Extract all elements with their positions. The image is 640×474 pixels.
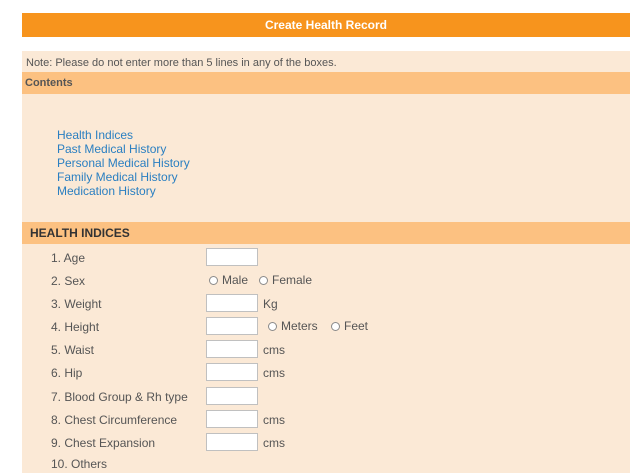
height-input[interactable]: [206, 317, 258, 335]
contents-title: Contents: [25, 77, 73, 89]
list-item: Medication History: [57, 184, 190, 198]
link-family-medical-history[interactable]: Family Medical History: [57, 170, 178, 184]
link-health-indices[interactable]: Health Indices: [57, 128, 133, 142]
hip-input[interactable]: [206, 363, 258, 381]
row-chest-circumference: 8. Chest Circumference cms: [22, 410, 630, 430]
list-item: Past Medical History: [57, 142, 190, 156]
chest-circumference-label: 8. Chest Circumference: [51, 413, 178, 427]
height-label: 4. Height: [51, 320, 100, 334]
radio-label: Feet: [344, 319, 369, 333]
sex-male-radio[interactable]: Male: [209, 273, 248, 287]
health-indices-header: HEALTH INDICES: [22, 222, 630, 244]
blood-group-input[interactable]: [206, 387, 258, 405]
radio-circle-icon: [268, 321, 277, 331]
link-past-medical-history[interactable]: Past Medical History: [57, 142, 166, 156]
contents-list: Health Indices Past Medical History Pers…: [57, 128, 190, 198]
chest-expansion-unit: cms: [263, 436, 285, 450]
sex-label: 2. Sex: [51, 274, 86, 288]
link-medication-history[interactable]: Medication History: [57, 184, 156, 198]
radio-label: Meters: [281, 319, 318, 333]
waist-unit: cms: [263, 343, 285, 357]
form-panel: Note: Please do not enter more than 5 li…: [22, 51, 630, 473]
radio-circle-icon: [259, 275, 268, 285]
radio-circle-icon: [331, 321, 340, 331]
others-label: 10. Others: [51, 457, 108, 471]
chest-circumference-unit: cms: [263, 413, 285, 427]
row-age: 1. Age: [22, 248, 630, 268]
row-others: 10. Others: [22, 454, 630, 474]
blood-group-label: 7. Blood Group & Rh type: [51, 390, 188, 404]
chest-expansion-input[interactable]: [206, 433, 258, 451]
hip-label: 6. Hip: [51, 366, 83, 380]
chest-expansion-label: 9. Chest Expansion: [51, 436, 156, 450]
waist-input[interactable]: [206, 340, 258, 358]
waist-label: 5. Waist: [51, 343, 94, 357]
weight-unit: Kg: [263, 297, 278, 311]
list-item: Personal Medical History: [57, 156, 190, 170]
age-label: 1. Age: [51, 251, 86, 265]
sex-female-radio[interactable]: Female: [259, 273, 312, 287]
row-hip: 6. Hip cms: [22, 363, 630, 383]
radio-label: Female: [272, 273, 313, 287]
chest-circumference-input[interactable]: [206, 410, 258, 428]
weight-label: 3. Weight: [51, 297, 102, 311]
hip-unit: cms: [263, 366, 285, 380]
height-feet-radio[interactable]: Feet: [331, 319, 368, 333]
row-sex: 2. Sex Male Female: [22, 271, 630, 291]
weight-input[interactable]: [206, 294, 258, 312]
row-blood-group: 7. Blood Group & Rh type: [22, 387, 630, 407]
radio-circle-icon: [209, 275, 218, 285]
contents-header: Contents: [22, 72, 630, 94]
row-chest-expansion: 9. Chest Expansion cms: [22, 433, 630, 453]
age-input[interactable]: [206, 248, 258, 266]
page-header: Create Health Record: [22, 13, 630, 37]
link-personal-medical-history[interactable]: Personal Medical History: [57, 156, 190, 170]
page-title: Create Health Record: [264, 18, 388, 32]
list-item: Health Indices: [57, 128, 190, 142]
section-title: HEALTH INDICES: [30, 226, 130, 240]
row-waist: 5. Waist cms: [22, 340, 630, 360]
height-meters-radio[interactable]: Meters: [268, 319, 318, 333]
list-item: Family Medical History: [57, 170, 190, 184]
row-height: 4. Height Meters Feet: [22, 317, 630, 337]
note-text: Note: Please do not enter more than 5 li…: [26, 57, 337, 69]
row-weight: 3. Weight Kg: [22, 294, 630, 314]
radio-label: Male: [222, 273, 249, 287]
